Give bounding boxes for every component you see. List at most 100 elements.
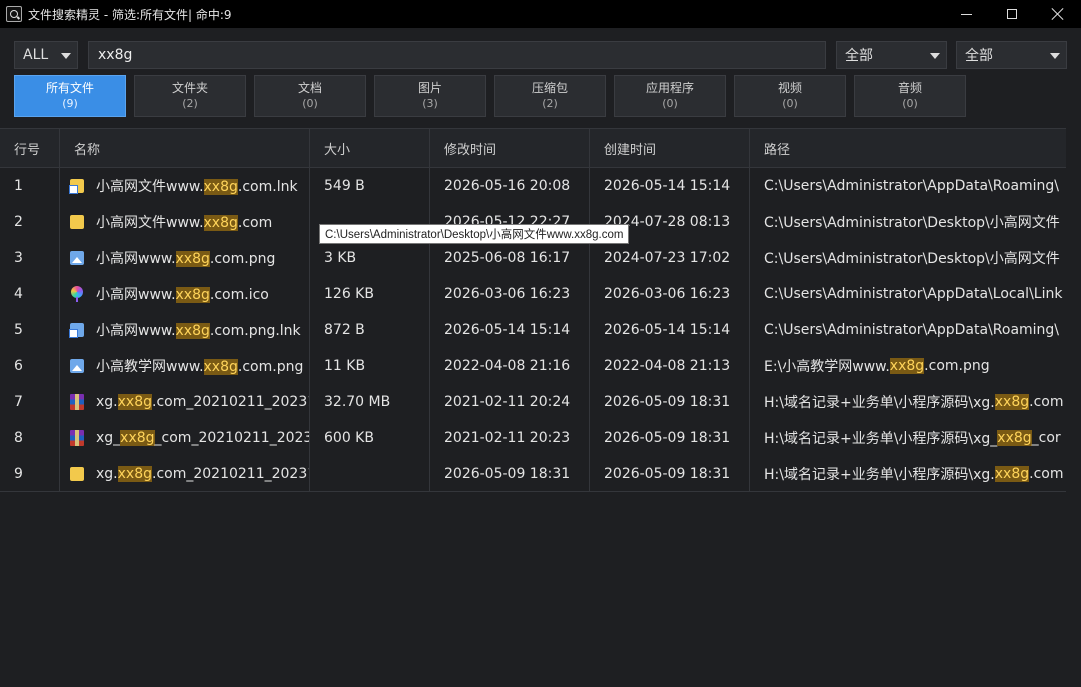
row-index: 2	[0, 204, 60, 240]
file-path: H:\域名记录+业务单\小程序源码\xg_ xx8g _cor	[750, 420, 1066, 456]
text-part: .com	[1029, 466, 1064, 482]
match-highlight: xx8g	[117, 466, 152, 482]
table-body: 1 小高网文件www.xx8g.com.lnk 549 B 2026-05-16 20…	[0, 168, 1066, 492]
file-name-cell[interactable]: xg.xx8g.com_20210211_202313	[60, 456, 310, 492]
file-name: xg.xx8g.com_20210211_202313	[96, 394, 310, 410]
column-header-size[interactable]: 大小	[310, 129, 430, 167]
scope-filter-select[interactable]: 全部	[836, 41, 947, 69]
file-name-cell[interactable]: xg.xx8g.com_20210211_202313	[60, 384, 310, 420]
text-part: 小高网www.	[96, 287, 176, 303]
match-highlight: xx8g	[994, 394, 1030, 410]
table-row[interactable]: 9 xg.xx8g.com_20210211_202313 2026-05-09 1…	[0, 456, 1066, 492]
file-name-cell[interactable]: 小高网www.xx8g.com.ico	[60, 276, 310, 312]
tab-documents[interactable]: 文档 (0)	[254, 75, 366, 117]
folder-icon	[70, 467, 84, 481]
tab-videos[interactable]: 视频 (0)	[734, 75, 846, 117]
table-row[interactable]: 5 小高网www.xx8g.com.png.lnk 872 B 2026-05-14 …	[0, 312, 1066, 348]
text-part: 小高网www.	[96, 323, 176, 339]
modified-time: 2021-02-11 20:23	[430, 420, 590, 456]
text-part: C:\Users\Administrator\AppData\Local\Lin…	[764, 286, 1063, 302]
tab-label: 图片	[417, 81, 442, 95]
column-header-index[interactable]: 行号	[0, 129, 60, 167]
table-row[interactable]: 4 小高网www.xx8g.com.ico 126 KB 2026-03-06 16:…	[0, 276, 1066, 312]
shortcut-folder-icon	[69, 179, 84, 194]
tab-count: (0)	[302, 97, 318, 110]
match-highlight: xx8g	[203, 359, 238, 375]
tab-label: 音频	[897, 81, 922, 95]
tab-applications[interactable]: 应用程序 (0)	[614, 75, 726, 117]
text-part: .com_20210211_202313	[152, 394, 310, 410]
tab-count: (0)	[662, 97, 678, 110]
column-header-name[interactable]: 名称	[60, 129, 310, 167]
image-icon	[70, 251, 84, 265]
file-name-cell[interactable]: 小高网www.xx8g.com.png	[60, 240, 310, 276]
file-path: C:\Users\Administrator\AppData\Local\Lin…	[750, 276, 1066, 312]
match-highlight: xx8g	[175, 323, 210, 339]
file-name-cell[interactable]: 小高网文件www.xx8g.com	[60, 204, 310, 240]
archive-icon	[70, 430, 84, 446]
tab-label: 文档	[297, 81, 322, 95]
tab-folders[interactable]: 文件夹 (2)	[134, 75, 246, 117]
text-part: .com.png.lnk	[209, 323, 301, 339]
table-row[interactable]: 8xg_xx8g_com_20210211_202300600 KB2021-0…	[0, 420, 1066, 456]
match-highlight: xx8g	[889, 358, 925, 374]
file-name-cell[interactable]: 小高网文件www.xx8g.com.lnk	[60, 168, 310, 204]
column-header-path[interactable]: 路径	[750, 129, 1066, 167]
match-highlight: xx8g	[203, 179, 238, 195]
tab-archives[interactable]: 压缩包 (2)	[494, 75, 606, 117]
text-part: C:\Users\Administrator\Desktop\小高网文件	[764, 251, 1060, 267]
search-input[interactable]	[88, 41, 826, 69]
app-search-icon	[6, 6, 22, 22]
created-time: 2026-05-09 18:31	[590, 384, 750, 420]
tab-images[interactable]: 图片 (3)	[374, 75, 486, 117]
file-name-cell[interactable]: 小高网www.xx8g.com.png.lnk	[60, 312, 310, 348]
text-part: xg.	[96, 466, 118, 482]
file-size: 126 KB	[310, 276, 430, 312]
column-header-created[interactable]: 创建时间	[590, 129, 750, 167]
text-part: 小高网文件www.	[96, 179, 204, 195]
table-row[interactable]: 3 小高网www.xx8g.com.png 3 KB 2025-06-08 16:17…	[0, 240, 1066, 276]
text-part: C:\Users\Administrator\Desktop\小高网文件	[764, 215, 1060, 231]
table-row[interactable]: 1 小高网文件www.xx8g.com.lnk 549 B 2026-05-16 20…	[0, 168, 1066, 204]
chevron-down-icon	[930, 53, 940, 59]
text-part: xg_	[96, 430, 121, 446]
tab-count: (9)	[62, 97, 78, 110]
text-part: _cor	[1031, 430, 1061, 446]
row-index: 8	[0, 420, 60, 456]
text-part: .com.png	[237, 359, 304, 375]
file-size: 32.70 MB	[310, 384, 430, 420]
tab-label: 文件夹	[171, 81, 208, 95]
drive-filter-select[interactable]: 全部	[956, 41, 1067, 69]
minimize-button[interactable]	[943, 0, 989, 28]
tab-count: (3)	[422, 97, 438, 110]
title-bar: 文件搜索精灵 - 筛选:所有文件| 命中:9	[0, 0, 1081, 28]
table-row[interactable]: 6 小高教学网www.xx8g.com.png 11 KB 2022-04-08 21…	[0, 348, 1066, 384]
close-button[interactable]	[1035, 0, 1081, 28]
file-name-cell[interactable]: 小高教学网www.xx8g.com.png	[60, 348, 310, 384]
type-filter-select[interactable]: ALL	[14, 41, 78, 69]
text-part: .com	[1029, 394, 1064, 410]
modified-time: 2025-06-08 16:17	[430, 240, 590, 276]
file-path: C:\Users\Administrator\AppData\Roaming\	[750, 168, 1066, 204]
row-index: 5	[0, 312, 60, 348]
row-index: 1	[0, 168, 60, 204]
match-highlight: xx8g	[120, 430, 155, 446]
row-index: 3	[0, 240, 60, 276]
modified-time: 2026-05-16 20:08	[430, 168, 590, 204]
table-row[interactable]: 7 xg.xx8g.com_20210211_202313 32.70 MB 2021…	[0, 384, 1066, 420]
tab-all-files[interactable]: 所有文件 (9)	[14, 75, 126, 117]
row-index: 6	[0, 348, 60, 384]
tab-label: 视频	[777, 81, 802, 95]
folder-icon	[70, 215, 84, 229]
created-time: 2026-05-09 18:31	[590, 420, 750, 456]
text-part: .com.lnk	[237, 179, 298, 195]
column-header-modified[interactable]: 修改时间	[430, 129, 590, 167]
maximize-button[interactable]	[989, 0, 1035, 28]
modified-time: 2022-04-08 21:16	[430, 348, 590, 384]
match-highlight: xx8g	[117, 394, 152, 410]
file-path: E:\小高教学网www. xx8g .com.png	[750, 348, 1066, 384]
tab-label: 所有文件	[45, 81, 94, 95]
file-name-cell[interactable]: xg_xx8g_com_20210211_202300	[60, 420, 310, 456]
tab-audio[interactable]: 音频 (0)	[854, 75, 966, 117]
created-time: 2026-05-14 15:14	[590, 168, 750, 204]
